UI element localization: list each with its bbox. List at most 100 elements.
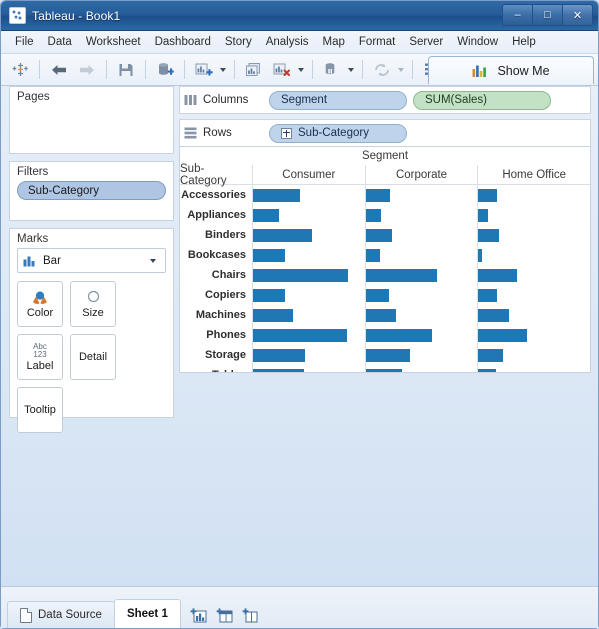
marks-card-body: Bar Color Size Abc 123 Label Detail Tool… [10,248,173,441]
rows-pill-sub-category[interactable]: Sub-Category [269,123,407,143]
maximize-button[interactable]: □ [532,4,562,26]
rows-shelf[interactable]: Rows Sub-Category [179,119,591,147]
menu-item-story[interactable]: Story [218,33,259,51]
pane-consumer [252,205,365,225]
save-icon[interactable] [113,57,139,82]
bar-mark[interactable] [365,268,438,282]
close-button[interactable]: ✕ [562,4,593,26]
menu-bar: File Data Worksheet Dashboard Story Anal… [1,31,598,54]
bar-mark[interactable] [253,328,347,342]
columns-pill-sum-sales[interactable]: SUM(Sales) [413,90,551,110]
back-arrow-icon[interactable] [46,57,72,82]
duplicate-sheet-icon[interactable] [241,57,267,82]
pane-home-office [477,305,590,325]
pages-card-title: Pages [17,91,50,103]
row-label[interactable]: Tables [180,369,252,372]
menu-item-help[interactable]: Help [505,33,543,51]
bar-mark[interactable] [253,308,293,322]
new-story-tab-icon[interactable] [242,608,259,623]
toolbar-separator [312,60,313,79]
menu-item-dashboard[interactable]: Dashboard [148,33,218,51]
bar-mark[interactable] [253,208,280,222]
column-header-home-office[interactable]: Home Office [477,165,590,184]
column-header-consumer[interactable]: Consumer [252,165,365,184]
bar-mark[interactable] [478,188,498,202]
data-source-tab[interactable]: Data Source [7,601,115,628]
bar-mark[interactable] [253,348,306,362]
filters-card-dropzone[interactable]: Sub-Category [10,181,173,208]
bar-mark[interactable] [253,368,305,372]
marks-color-button[interactable]: Color [17,281,63,327]
row-label[interactable]: Bookcases [180,249,252,261]
swap-rows-columns-icon[interactable] [319,57,345,82]
mark-type-select[interactable]: Bar [17,248,166,273]
marks-label-button[interactable]: Abc 123 Label [17,334,63,380]
menu-item-data[interactable]: Data [41,33,79,51]
pane-consumer [252,185,365,205]
chevron-down-icon[interactable] [150,258,156,263]
bar-mark[interactable] [365,208,382,222]
new-worksheet-tab-icon[interactable] [190,608,207,623]
minimize-button[interactable]: – [502,4,532,26]
bar-mark[interactable] [478,348,504,362]
bar-mark[interactable] [253,188,300,202]
bar-mark[interactable] [253,228,313,242]
bar-mark[interactable] [478,288,498,302]
bar-mark[interactable] [478,268,517,282]
bar-mark[interactable] [478,228,499,242]
row-label[interactable]: Accessories [180,189,252,201]
row-label[interactable]: Binders [180,229,252,241]
pages-card-dropzone[interactable] [10,106,173,114]
bar-mark[interactable] [365,188,391,202]
bar-mark[interactable] [365,328,432,342]
bar-mark[interactable] [478,328,527,342]
chevron-down-icon[interactable] [348,67,354,72]
bar-mark[interactable] [478,208,489,222]
row-label[interactable]: Copiers [180,289,252,301]
columns-shelf[interactable]: Columns Segment SUM(Sales) [179,86,591,114]
row-label[interactable]: Chairs [180,269,252,281]
bar-mark[interactable] [478,368,497,372]
new-worksheet-icon[interactable] [191,57,217,82]
clear-sheet-icon[interactable] [269,57,295,82]
marks-tooltip-button[interactable]: Tooltip [17,387,63,433]
menu-item-file[interactable]: File [8,33,41,51]
bar-mark[interactable] [365,348,411,362]
menu-item-format[interactable]: Format [352,33,402,51]
bar-mark[interactable] [478,308,510,322]
chevron-down-icon[interactable] [298,67,304,72]
bar-mark[interactable] [478,248,483,262]
expand-plus-icon[interactable] [281,127,292,139]
sheet-tab-sheet-1[interactable]: Sheet 1 [113,599,181,628]
menu-item-map[interactable]: Map [316,33,352,51]
column-header-corporate[interactable]: Corporate [364,165,478,184]
menu-item-worksheet[interactable]: Worksheet [79,33,148,51]
work-area: Pages Filters Sub-Category Marks Bar Col… [1,84,598,586]
bar-mark[interactable] [253,248,286,262]
bar-mark[interactable] [365,308,397,322]
menu-item-analysis[interactable]: Analysis [259,33,316,51]
menu-item-server[interactable]: Server [402,33,450,51]
new-data-source-icon[interactable] [152,57,178,82]
tableau-start-icon[interactable] [7,57,33,82]
bar-mark[interactable] [365,248,381,262]
new-dashboard-tab-icon[interactable] [216,608,233,623]
marks-size-button[interactable]: Size [70,281,116,327]
visualization-panel[interactable]: Segment Sub-Category Consumer Corporate … [179,146,591,373]
show-me-button[interactable]: Show Me [428,56,594,84]
filter-pill-sub-category[interactable]: Sub-Category [17,181,166,200]
row-field-title: Sub-Category [180,162,227,187]
marks-detail-button[interactable]: Detail [70,334,116,380]
chevron-down-icon[interactable] [220,67,226,72]
row-label[interactable]: Phones [180,329,252,341]
menu-item-window[interactable]: Window [450,33,505,51]
row-label[interactable]: Appliances [180,209,252,221]
bar-mark[interactable] [365,288,389,302]
bar-mark[interactable] [365,228,392,242]
row-label[interactable]: Machines [180,309,252,321]
columns-pill-segment[interactable]: Segment [269,90,407,110]
bar-mark[interactable] [365,368,402,372]
row-label[interactable]: Storage [180,349,252,361]
bar-mark[interactable] [253,268,348,282]
bar-mark[interactable] [253,288,286,302]
